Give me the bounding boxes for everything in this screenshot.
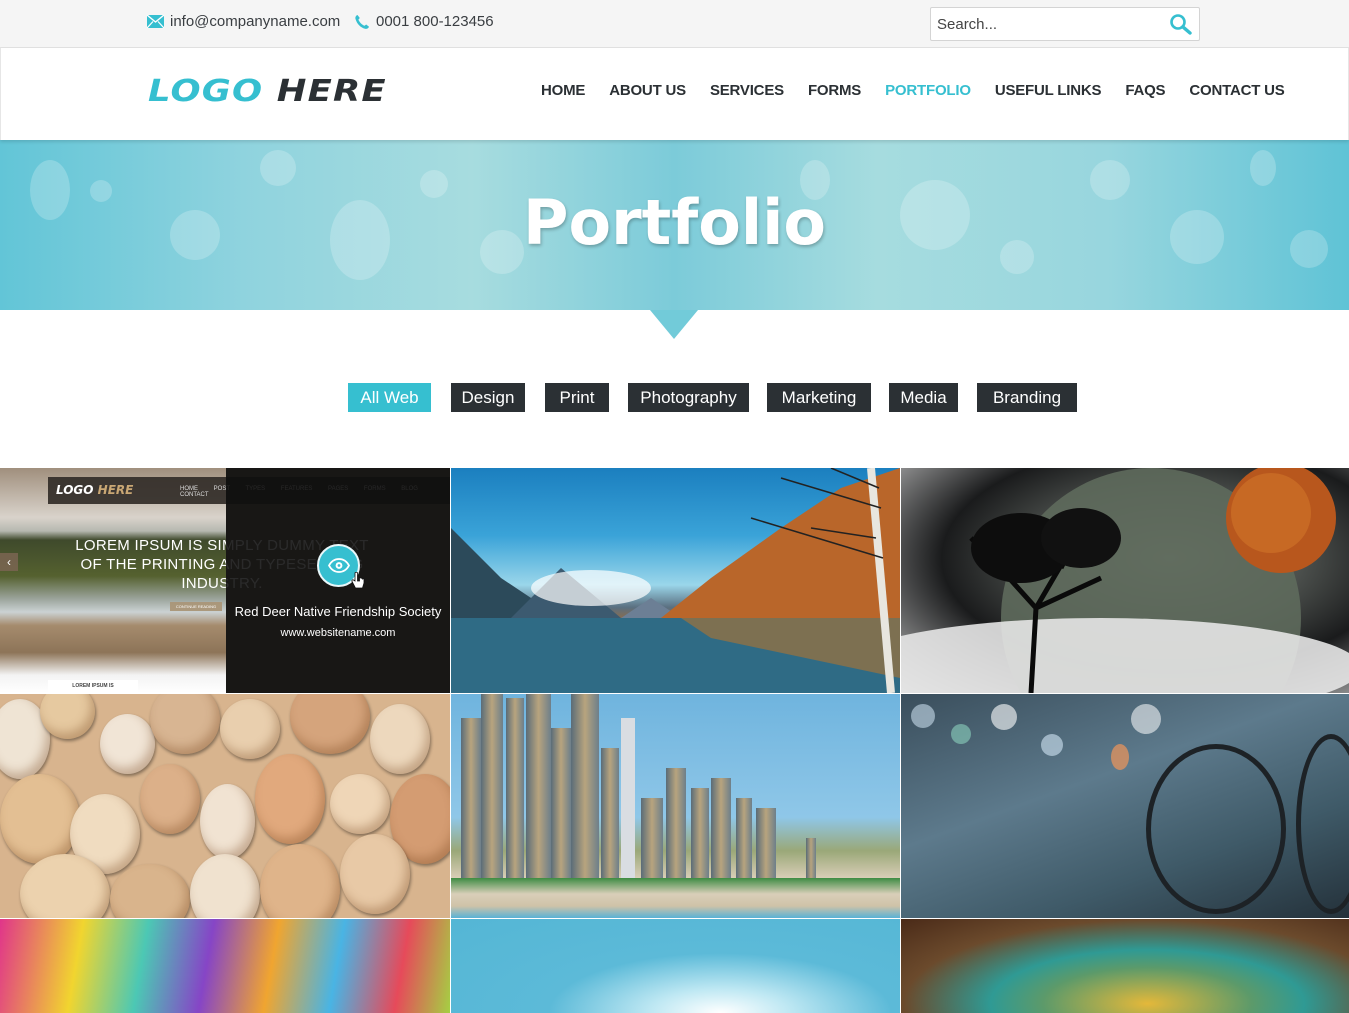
pebble — [330, 774, 390, 834]
nav-services[interactable]: SERVICES — [710, 82, 784, 99]
filter-design[interactable]: Design — [451, 383, 525, 412]
portfolio-item-mountain-lake[interactable] — [451, 468, 900, 693]
filter-media[interactable]: Media — [889, 383, 958, 412]
filter-all-web[interactable]: All Web — [348, 383, 431, 412]
bokeh-decoration — [911, 704, 935, 728]
pebble — [110, 864, 190, 918]
bokeh-decoration — [1131, 704, 1161, 734]
mountain-lake-image — [451, 468, 900, 693]
phone-text: 0001 800-123456 — [376, 13, 494, 30]
bokeh-decoration — [951, 724, 971, 744]
portfolio-item-colorful-powder[interactable] — [0, 919, 450, 1013]
search-icon[interactable] — [1169, 13, 1193, 35]
pebble — [100, 714, 155, 774]
bokeh-decoration — [1250, 150, 1276, 186]
nav-contact-us[interactable]: CONTACT US — [1189, 82, 1284, 99]
planet-tree-image — [901, 468, 1349, 693]
tower — [601, 748, 619, 878]
portfolio-item-light-sparkles[interactable] — [451, 919, 900, 1013]
tower — [571, 694, 599, 878]
contact-phone[interactable]: 0001 800-123456 — [354, 13, 494, 30]
portfolio-item-pebbles[interactable] — [0, 694, 450, 918]
tower — [691, 788, 709, 878]
portfolio-hover-overlay: Red Deer Native Friendship Society www.w… — [226, 468, 450, 693]
nav-forms[interactable]: FORMS — [808, 82, 861, 99]
pebble — [140, 764, 200, 834]
tower — [621, 718, 635, 878]
pebble — [260, 844, 340, 918]
hand-cursor-icon — [351, 572, 365, 589]
logo-part-1: LOGO — [148, 74, 264, 109]
hero-pointer — [650, 310, 698, 339]
website-preview-cta: CONTINUE READING — [170, 602, 222, 611]
portfolio-item-city[interactable] — [451, 694, 900, 918]
nav-useful-links[interactable]: USEFUL LINKS — [995, 82, 1102, 99]
tower — [641, 798, 663, 878]
page-title: Portfolio — [523, 186, 826, 259]
tower — [526, 694, 551, 878]
filter-marketing[interactable]: Marketing — [767, 383, 871, 412]
nav-about-us[interactable]: ABOUT US — [609, 82, 686, 99]
portfolio-item-bicycle[interactable] — [901, 694, 1349, 918]
beach — [451, 878, 900, 918]
hero-banner: Portfolio — [0, 140, 1349, 310]
tower — [736, 798, 752, 878]
bicycle-wheel — [1296, 734, 1349, 914]
site-header: LOGO HERE HOME ABOUT US SERVICES FORMS P… — [0, 48, 1349, 140]
project-title: Red Deer Native Friendship Society — [234, 604, 442, 619]
website-preview-logo: LOGO HERE — [56, 483, 134, 497]
chevron-left-icon: ‹ — [0, 553, 18, 571]
portfolio-item-fractal[interactable] — [901, 919, 1349, 1013]
pebble — [190, 854, 260, 918]
pebble — [340, 834, 410, 914]
main-nav: HOME ABOUT US SERVICES FORMS PORTFOLIO U… — [529, 82, 1297, 99]
nav-portfolio[interactable]: PORTFOLIO — [885, 82, 971, 99]
phone-icon — [355, 14, 369, 29]
tower — [666, 768, 686, 878]
filter-photography[interactable]: Photography — [628, 383, 749, 412]
bokeh-decoration — [260, 150, 296, 186]
email-text: info@companyname.com — [170, 13, 341, 30]
tower — [806, 838, 816, 878]
filter-branding[interactable]: Branding — [977, 383, 1077, 412]
logo[interactable]: LOGO HERE — [148, 74, 387, 109]
eye-icon — [328, 558, 350, 573]
portfolio-item-website[interactable]: LOGO HERE HOME POST TYPES FEATURES PAGES… — [0, 468, 450, 693]
tower — [461, 718, 481, 878]
bokeh-decoration — [991, 704, 1017, 730]
pebble — [370, 704, 430, 774]
tower — [506, 698, 524, 878]
search-input[interactable] — [931, 8, 1161, 40]
pebble — [290, 694, 370, 754]
tower — [481, 694, 503, 878]
tower — [711, 778, 731, 878]
pebble — [200, 784, 255, 859]
top-bar: info@companyname.com 0001 800-123456 — [0, 0, 1349, 48]
bokeh-decoration — [1041, 734, 1063, 756]
nav-faqs[interactable]: FAQS — [1125, 82, 1165, 99]
contact-email[interactable]: info@companyname.com — [147, 13, 340, 30]
search-box — [930, 7, 1200, 41]
nav-home[interactable]: HOME — [541, 82, 585, 99]
logo-part-2: HERE — [276, 74, 387, 109]
portfolio-item-planet[interactable] — [901, 468, 1349, 693]
envelope-icon — [147, 15, 164, 28]
pebble — [0, 774, 80, 864]
tower — [551, 728, 571, 878]
filter-print[interactable]: Print — [545, 383, 609, 412]
website-preview-card: LOREM IPSUM IS — [48, 680, 138, 693]
bokeh-decoration — [1111, 744, 1129, 770]
tower — [756, 808, 776, 878]
pebble — [150, 694, 220, 754]
pebble — [255, 754, 325, 844]
project-url[interactable]: www.websitename.com — [226, 627, 450, 639]
pebble — [220, 699, 280, 759]
bicycle-wheel — [1146, 744, 1286, 914]
